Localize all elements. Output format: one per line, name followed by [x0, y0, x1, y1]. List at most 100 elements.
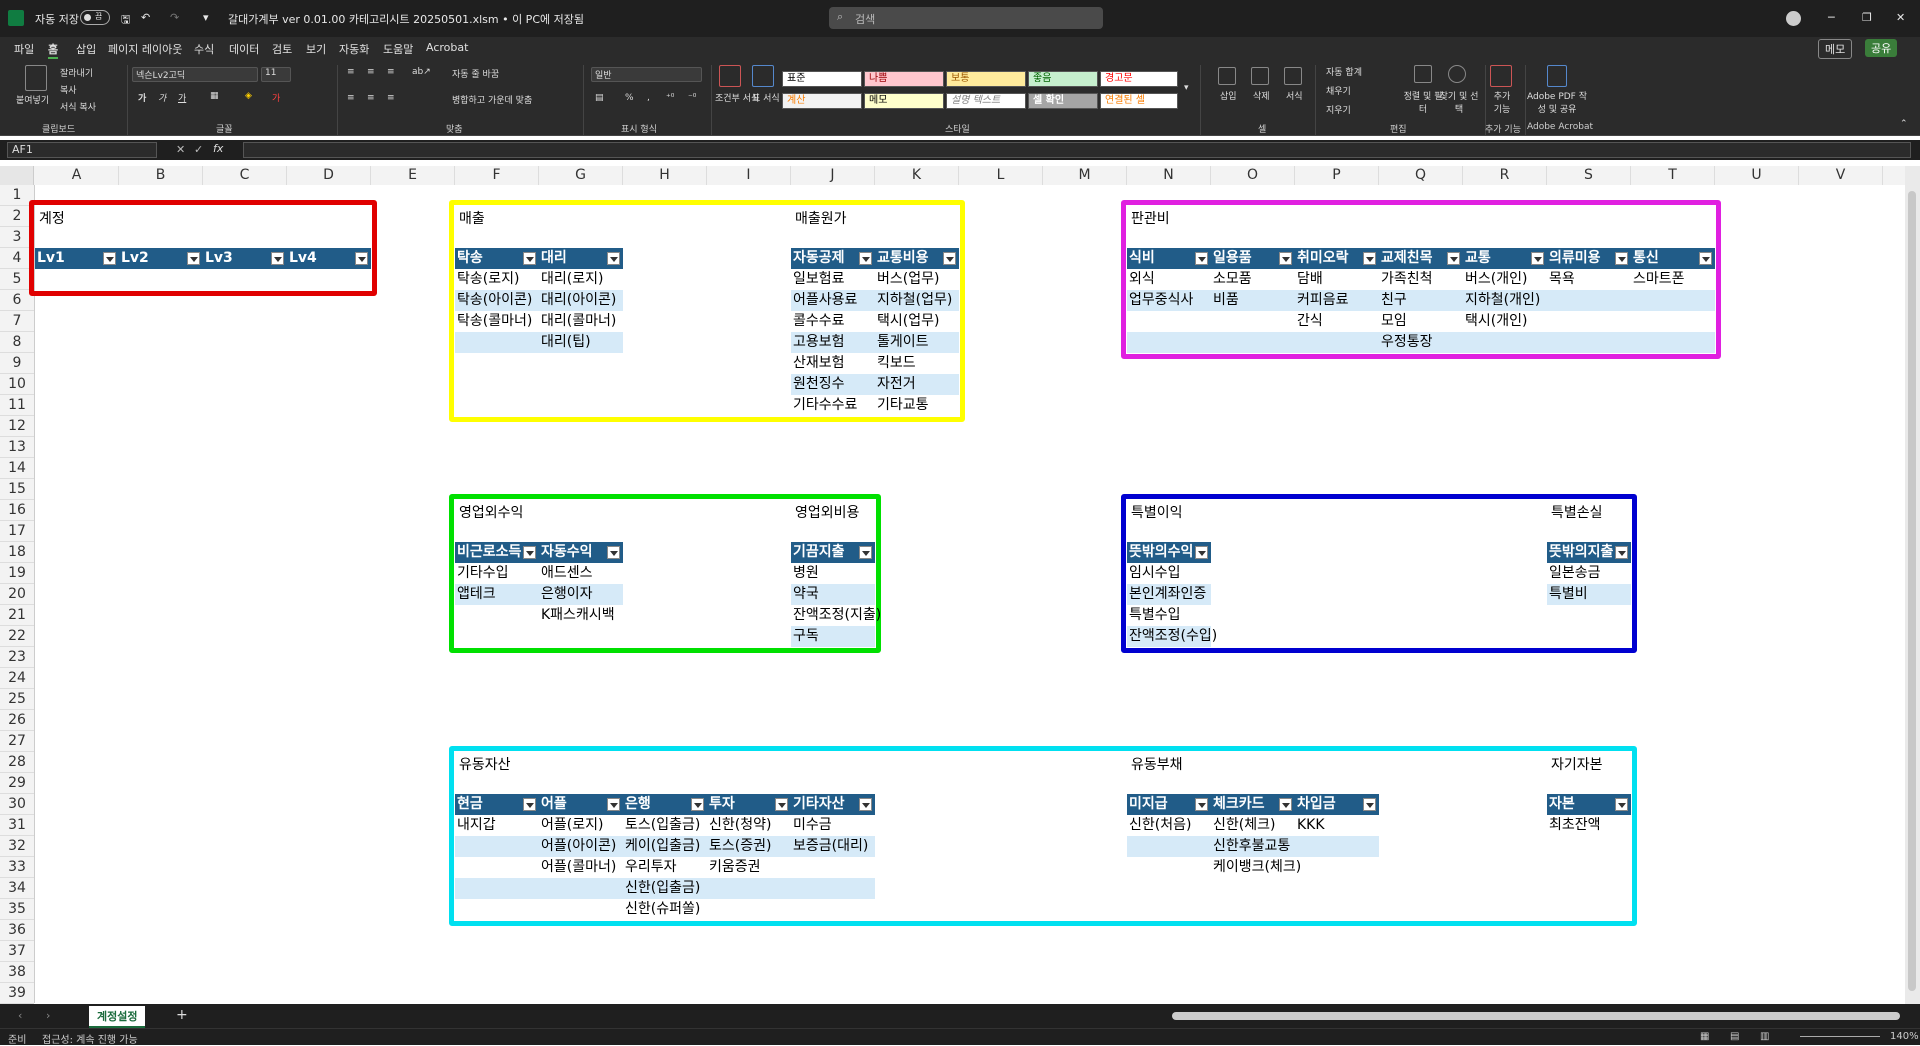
font-color-icon[interactable]: 가 — [272, 91, 280, 104]
sga-cell-2-5[interactable] — [1547, 311, 1631, 332]
row-header-32[interactable]: 32 — [0, 836, 34, 857]
tab-view[interactable]: 보기 — [306, 41, 326, 57]
current-liab-cell-2-2[interactable] — [1295, 857, 1379, 878]
sga-cell-1-1[interactable]: 비품 — [1211, 290, 1295, 311]
account-cell-0-2[interactable] — [203, 269, 287, 290]
current-assets-cell-4-1[interactable] — [539, 899, 623, 920]
nonop-income-cell-1-1[interactable]: 은행이자 — [539, 584, 623, 605]
row-header-18[interactable]: 18 — [0, 542, 34, 563]
current-liab-header-1-filter-icon[interactable] — [1279, 798, 1292, 811]
sga-cell-0-2[interactable]: 담배 — [1295, 269, 1379, 290]
column-header-m[interactable]: M — [1043, 166, 1127, 185]
row-header-38[interactable]: 38 — [0, 962, 34, 983]
row-header-31[interactable]: 31 — [0, 815, 34, 836]
italic-icon[interactable]: 가 — [158, 91, 166, 104]
addins-label[interactable]: 추가 기능 — [1489, 89, 1515, 115]
sales-cell-3-1[interactable]: 대리(팁) — [539, 332, 623, 353]
sales-header-0-filter-icon[interactable] — [523, 252, 536, 265]
sales-cell-3-0[interactable] — [455, 332, 539, 353]
styles-more-icon[interactable]: ▾ — [1184, 83, 1189, 93]
sga-header-5-filter-icon[interactable] — [1615, 252, 1628, 265]
style-note[interactable]: 메모 — [864, 93, 944, 109]
find-select-label[interactable]: 찾기 및 선택 — [1436, 89, 1482, 115]
search-box[interactable]: ⌕ 검색 — [829, 7, 1103, 29]
cogs-cell-4-0[interactable]: 산재보험 — [791, 353, 875, 374]
sga-cell-2-1[interactable] — [1211, 311, 1295, 332]
sga-cell-0-4[interactable]: 버스(개인) — [1463, 269, 1547, 290]
nonop-expense-header-0-filter-icon[interactable] — [859, 546, 872, 559]
sga-cell-0-1[interactable]: 소모품 — [1211, 269, 1295, 290]
align-left-icon[interactable]: ≡ — [347, 93, 355, 103]
name-box[interactable]: AF1 — [7, 142, 157, 158]
sga-cell-1-5[interactable] — [1547, 290, 1631, 311]
tab-acrobat[interactable]: Acrobat — [426, 41, 468, 54]
cogs-cell-2-1[interactable]: 택시(업무) — [875, 311, 959, 332]
column-header-l[interactable]: L — [959, 166, 1043, 185]
current-liab-cell-1-2[interactable] — [1295, 836, 1379, 857]
autosave-toggle[interactable]: 끔 — [80, 10, 110, 25]
current-liab-cell-0-0[interactable]: 신한(처음) — [1127, 815, 1211, 836]
tab-file[interactable]: 파일 — [14, 41, 34, 57]
sga-cell-3-2[interactable] — [1295, 332, 1379, 353]
account-header-1-filter-icon[interactable] — [187, 252, 200, 265]
tab-insert[interactable]: 삽입 — [76, 41, 96, 57]
sga-header-3-filter-icon[interactable] — [1447, 252, 1460, 265]
current-assets-cell-3-1[interactable] — [539, 878, 623, 899]
row-header-37[interactable]: 37 — [0, 941, 34, 962]
column-header-q[interactable]: Q — [1379, 166, 1463, 185]
zoom-slider[interactable] — [1800, 1036, 1880, 1037]
sga-cell-2-0[interactable] — [1127, 311, 1211, 332]
cogs-cell-4-1[interactable]: 킥보드 — [875, 353, 959, 374]
close-button[interactable]: ✕ — [1896, 11, 1905, 24]
row-header-36[interactable]: 36 — [0, 920, 34, 941]
sga-cell-1-4[interactable]: 지하철(개인) — [1463, 290, 1547, 311]
column-header-r[interactable]: R — [1463, 166, 1547, 185]
current-assets-cell-4-2[interactable]: 신한(슈퍼쏠) — [623, 899, 707, 920]
adobe-pdf-icon[interactable] — [1547, 65, 1567, 87]
format-as-table-label[interactable]: 표 서식 — [752, 91, 780, 104]
row-header-14[interactable]: 14 — [0, 458, 34, 479]
worksheet-grid[interactable]: 계정 Lv1 Lv2 Lv3 Lv4 매출 탁송 대리 탁송(로지) 대리(로지) 탁송(아이콘) 대… — [29, 185, 1905, 1003]
column-header-s[interactable]: S — [1547, 166, 1631, 185]
page-break-view-icon[interactable]: ▥ — [1760, 1031, 1769, 1042]
special-income-cell-0-0[interactable]: 임시수입 — [1127, 563, 1211, 584]
current-assets-cell-1-4[interactable]: 보증금(대리) — [791, 836, 875, 857]
sga-header-2-filter-icon[interactable] — [1363, 252, 1376, 265]
sales-cell-1-1[interactable]: 대리(아이콘) — [539, 290, 623, 311]
insert-cells-icon[interactable] — [1218, 67, 1236, 85]
account-header-3-filter-icon[interactable] — [355, 252, 368, 265]
redo-icon[interactable]: ↷ — [170, 11, 179, 24]
nonop-income-cell-1-0[interactable]: 앱테크 — [455, 584, 539, 605]
accounting-icon[interactable]: ▤ — [595, 93, 604, 103]
nonop-income-header-1-filter-icon[interactable] — [607, 546, 620, 559]
account-cell-0-3[interactable] — [287, 269, 371, 290]
align-bottom-icon[interactable]: ≡ — [387, 67, 395, 77]
current-liab-cell-1-1[interactable]: 신한후불교통 — [1211, 836, 1295, 857]
wrap-text-button[interactable]: 자동 줄 바꿈 — [452, 67, 499, 80]
formula-cancel-icon[interactable]: ✕ — [176, 143, 185, 156]
horizontal-scrollbar[interactable] — [1172, 1012, 1900, 1020]
undo-icon[interactable]: ↶ — [141, 11, 150, 24]
addins-icon[interactable] — [1490, 65, 1512, 87]
ribbon-collapse-icon[interactable]: ⌃ — [1900, 119, 1908, 129]
column-header-o[interactable]: O — [1211, 166, 1295, 185]
column-header-v[interactable]: V — [1799, 166, 1883, 185]
row-header-39[interactable]: 39 — [0, 983, 34, 1004]
tab-help[interactable]: 도움말 — [383, 41, 413, 57]
paste-icon[interactable] — [25, 65, 47, 91]
sga-header-1-filter-icon[interactable] — [1279, 252, 1292, 265]
sales-cell-2-0[interactable]: 탁송(콜마너) — [455, 311, 539, 332]
current-liab-cell-0-1[interactable]: 신한(체크) — [1211, 815, 1295, 836]
sga-cell-3-0[interactable] — [1127, 332, 1211, 353]
document-title[interactable]: 갈대가계부 ver 0.01.00 카테고리시트 20250501.xlsm •… — [228, 11, 584, 27]
sales-cell-2-1[interactable]: 대리(콜마너) — [539, 311, 623, 332]
format-cells-label[interactable]: 서식 — [1286, 89, 1303, 102]
align-center-icon[interactable]: ≡ — [367, 93, 375, 103]
column-header-b[interactable]: B — [119, 166, 203, 185]
sales-cell-0-0[interactable]: 탁송(로지) — [455, 269, 539, 290]
row-header-22[interactable]: 22 — [0, 626, 34, 647]
row-header-11[interactable]: 11 — [0, 395, 34, 416]
align-middle-icon[interactable]: ≡ — [367, 67, 375, 77]
row-header-16[interactable]: 16 — [0, 500, 34, 521]
current-assets-cell-3-3[interactable] — [707, 878, 791, 899]
